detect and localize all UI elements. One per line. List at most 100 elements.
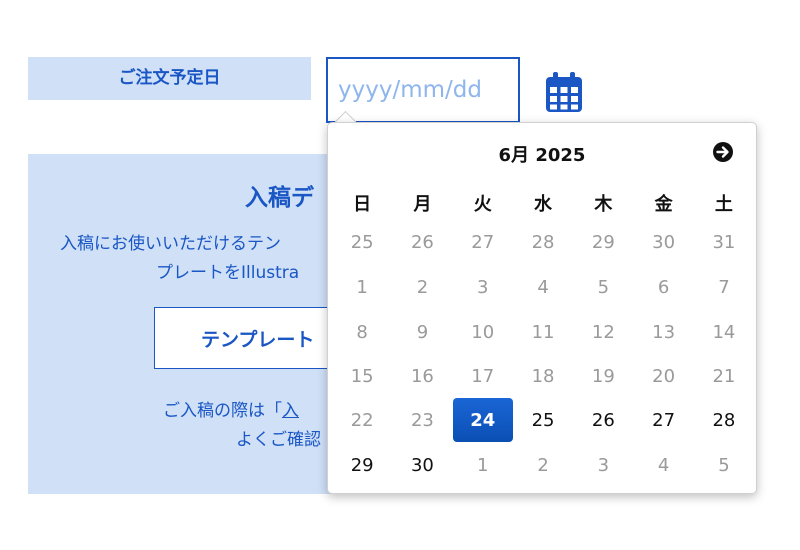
- calendar-day-number: 16: [410, 365, 434, 387]
- calendar-day[interactable]: 10: [453, 312, 513, 352]
- calendar-day[interactable]: 7: [694, 267, 754, 307]
- weekday-label: 月: [413, 194, 432, 215]
- calendar-day[interactable]: 28: [513, 222, 573, 262]
- calendar-week-row: 15 16 17 18 19 20 21: [332, 356, 754, 396]
- calendar-day-number: 21: [712, 365, 736, 387]
- calendar-day[interactable]: 8: [332, 312, 392, 352]
- calendar-day-number: 8: [356, 321, 368, 343]
- calendar-day-number: 27: [652, 409, 676, 431]
- calendar-day-number: 10: [471, 321, 495, 343]
- calendar-day[interactable]: 25: [332, 222, 392, 262]
- calendar-day[interactable]: 26: [573, 400, 633, 440]
- template-button-label: テンプレート: [201, 328, 315, 351]
- calendar-day[interactable]: 5: [694, 445, 754, 485]
- calendar-day-number: 15: [350, 365, 374, 387]
- calendar-day[interactable]: 4: [633, 445, 693, 485]
- calendar-day[interactable]: 21: [694, 356, 754, 396]
- panel-note-line2: よくご確認: [236, 430, 321, 450]
- weekday-label: 火: [473, 194, 492, 215]
- calendar-day-number: 4: [657, 454, 670, 476]
- calendar-day[interactable]: 23: [392, 400, 452, 440]
- calendar-day[interactable]: 2: [513, 445, 573, 485]
- calendar-day[interactable]: 1: [332, 267, 392, 307]
- panel-title: 入稿デ: [245, 185, 314, 211]
- calendar-day[interactable]: 19: [573, 356, 633, 396]
- calendar-day-number: 2: [537, 454, 549, 476]
- calendar-day-selected[interactable]: 24: [452, 398, 513, 442]
- calendar-day-number: 26: [591, 409, 615, 431]
- calendar-day[interactable]: 28: [694, 400, 754, 440]
- calendar-day[interactable]: 9: [392, 312, 452, 352]
- calendar-day-number: 28: [531, 231, 555, 253]
- calendar-day[interactable]: 27: [453, 222, 513, 262]
- calendar-week-row: 29 30 1 2 3 4 5: [332, 445, 754, 485]
- calendar-day[interactable]: 4: [513, 267, 573, 307]
- panel-note-line1: ご入稿の際は「入: [163, 396, 299, 421]
- weekday-header: 日月火水木金土: [332, 183, 754, 223]
- calendar-day[interactable]: 14: [694, 312, 754, 352]
- calendar-day-number: 22: [350, 409, 374, 431]
- panel-description-line2: プレートをIllustra: [156, 263, 300, 283]
- calendar-day-number: 2: [416, 276, 429, 298]
- calendar-day-number: 3: [477, 276, 489, 298]
- calendar-day-number: 6: [657, 276, 670, 298]
- calendar-day-number: 23: [410, 409, 434, 431]
- calendar-day[interactable]: 22: [332, 400, 392, 440]
- calendar-day-number: 12: [591, 321, 615, 343]
- note-link[interactable]: 入: [282, 401, 299, 421]
- calendar-day[interactable]: 3: [453, 267, 513, 307]
- next-month-button[interactable]: [712, 141, 734, 163]
- calendar-day-number: 27: [471, 231, 495, 253]
- calendar-day[interactable]: 5: [573, 267, 633, 307]
- calendar-day[interactable]: 27: [633, 400, 693, 440]
- calendar-day-number: 29: [350, 454, 374, 476]
- calendar-day[interactable]: 26: [392, 222, 452, 262]
- calendar-day-number: 24: [452, 398, 513, 442]
- calendar-day-number: 13: [652, 321, 676, 343]
- calendar-week-row: 25 26 27 28 29 30 31: [332, 222, 754, 262]
- calendar-week-row: 22 23 24 25 26 27 28: [332, 398, 754, 442]
- panel-description-line1: 入稿にお使いいただけるテン: [60, 234, 281, 254]
- calendar-day[interactable]: 12: [573, 312, 633, 352]
- calendar-day-number: 1: [356, 276, 368, 298]
- calendar-button[interactable]: [544, 70, 584, 114]
- calendar-day-number: 30: [652, 231, 676, 253]
- calendar-day-number: 25: [350, 231, 374, 253]
- calendar-day-number: 9: [416, 321, 429, 343]
- calendar-day-number: 11: [531, 321, 555, 343]
- calendar-day[interactable]: 1: [453, 445, 513, 485]
- order-date-input[interactable]: [326, 57, 520, 123]
- note-prefix: ご入稿の際は「: [163, 401, 282, 421]
- calendar-day-number: 26: [410, 231, 434, 253]
- calendar-day-number: 18: [531, 365, 555, 387]
- weekday-label: 金: [654, 194, 673, 215]
- calendar-day[interactable]: 30: [633, 222, 693, 262]
- calendar-day[interactable]: 18: [513, 356, 573, 396]
- calendar-day-number: 30: [410, 454, 434, 476]
- calendar-day[interactable]: 15: [332, 356, 392, 396]
- calendar-day[interactable]: 30: [392, 445, 452, 485]
- weekday-label: 木: [594, 194, 613, 215]
- datepicker-popup: 6月 2025 日月火水木金土 25 26 27 28 29 30 31 1 2 3 4 5 6 7 8 9 1…: [327, 122, 757, 494]
- calendar-day[interactable]: 31: [694, 222, 754, 262]
- calendar-day[interactable]: 20: [633, 356, 693, 396]
- calendar-day[interactable]: 3: [573, 445, 633, 485]
- weekday-label: 水: [534, 194, 553, 215]
- calendar-icon: [546, 72, 582, 112]
- calendar-day-number: 14: [712, 321, 736, 343]
- calendar-day[interactable]: 2: [392, 267, 452, 307]
- calendar-day[interactable]: 29: [573, 222, 633, 262]
- calendar-week-row: 8 9 10 11 12 13 14: [332, 312, 754, 352]
- calendar-day[interactable]: 11: [513, 312, 573, 352]
- calendar-day[interactable]: 6: [633, 267, 693, 307]
- calendar-day[interactable]: 13: [633, 312, 693, 352]
- calendar-day[interactable]: 16: [392, 356, 452, 396]
- calendar-day-number: 7: [718, 276, 730, 298]
- calendar-day[interactable]: 25: [513, 400, 573, 440]
- calendar-day-number: 19: [591, 365, 615, 387]
- arrow-right-circle-icon: [713, 142, 733, 162]
- calendar-day[interactable]: 29: [332, 445, 392, 485]
- calendar-day[interactable]: 17: [453, 356, 513, 396]
- calendar-day-number: 28: [712, 409, 736, 431]
- calendar-day-number: 20: [652, 365, 676, 387]
